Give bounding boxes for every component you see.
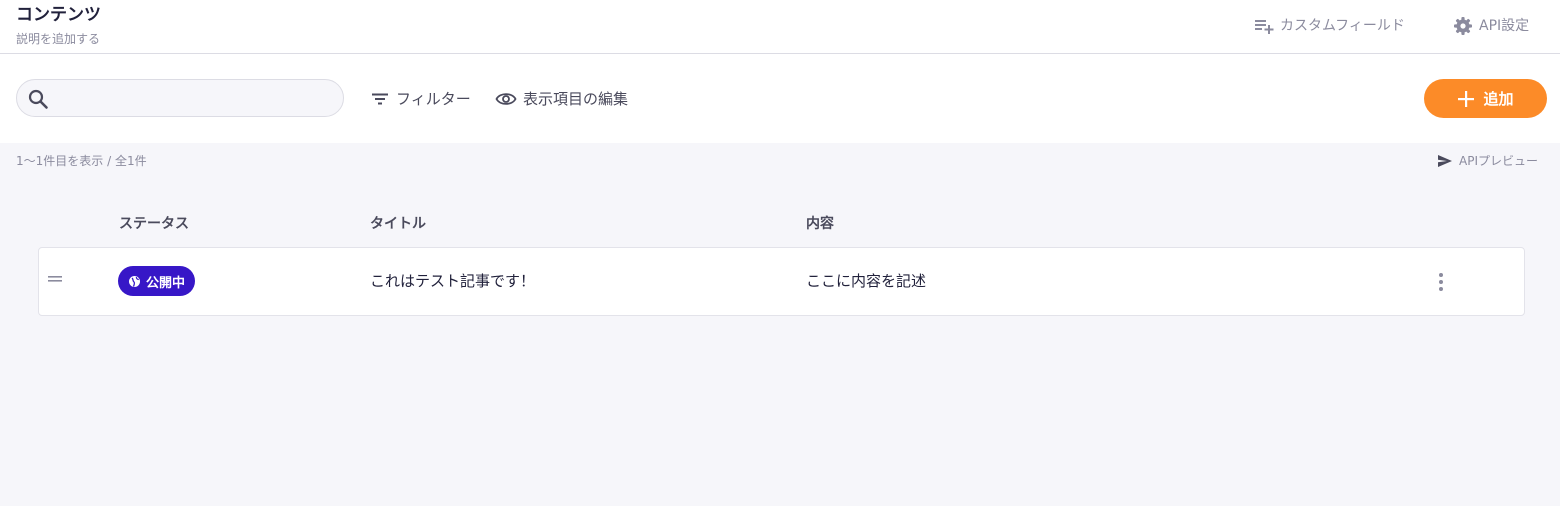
status-badge: 公開中 xyxy=(118,266,196,296)
api-settings-button[interactable]: API設定 xyxy=(1453,16,1529,36)
table-row[interactable]: 公開中 これはテスト記事です！ ここに内容を記述 xyxy=(38,247,1525,316)
send-icon xyxy=(1438,155,1452,167)
search-input[interactable] xyxy=(57,80,337,116)
page-header: コンテンツ 説明を追加する カスタムフィールド API設定 xyxy=(0,0,1560,54)
column-header-status[interactable]: ステータス xyxy=(119,214,189,234)
custom-fields-label: カスタムフィールド xyxy=(1280,18,1405,34)
custom-fields-button[interactable]: カスタムフィールド xyxy=(1254,16,1405,36)
toolbar: フィルター 表示項目の編集 追加 xyxy=(0,54,1560,143)
gear-icon xyxy=(1454,17,1472,35)
filter-button[interactable]: フィルター xyxy=(370,89,471,109)
search-box[interactable] xyxy=(16,79,344,117)
playlist-add-icon xyxy=(1255,20,1274,34)
status-label: 公開中 xyxy=(146,275,186,291)
filter-label: フィルター xyxy=(396,90,471,108)
api-preview-button[interactable]: APIプレビュー xyxy=(1437,153,1538,169)
result-count: 1〜1件目を表示 / 全1件 xyxy=(16,154,147,168)
column-header-content[interactable]: 内容 xyxy=(806,214,834,234)
edit-columns-label: 表示項目の編集 xyxy=(523,90,629,108)
add-button[interactable]: 追加 xyxy=(1424,79,1547,118)
cell-title: これはテスト記事です！ xyxy=(370,272,536,290)
eye-icon xyxy=(495,93,517,105)
api-preview-label: APIプレビュー xyxy=(1459,154,1538,168)
page-title: コンテンツ xyxy=(16,5,101,25)
more-vertical-icon[interactable] xyxy=(1429,270,1453,294)
column-header-title[interactable]: タイトル xyxy=(370,214,426,234)
page-description[interactable]: 説明を追加する xyxy=(16,31,100,47)
api-settings-label: API設定 xyxy=(1479,18,1530,34)
add-label: 追加 xyxy=(1483,90,1514,108)
search-icon xyxy=(28,89,48,109)
drag-handle-icon[interactable] xyxy=(48,274,62,286)
globe-icon xyxy=(129,275,140,287)
edit-columns-button[interactable]: 表示項目の編集 xyxy=(495,89,628,109)
plus-icon xyxy=(1458,90,1475,107)
cell-content: ここに内容を記述 xyxy=(806,272,927,290)
filter-icon xyxy=(372,93,388,105)
